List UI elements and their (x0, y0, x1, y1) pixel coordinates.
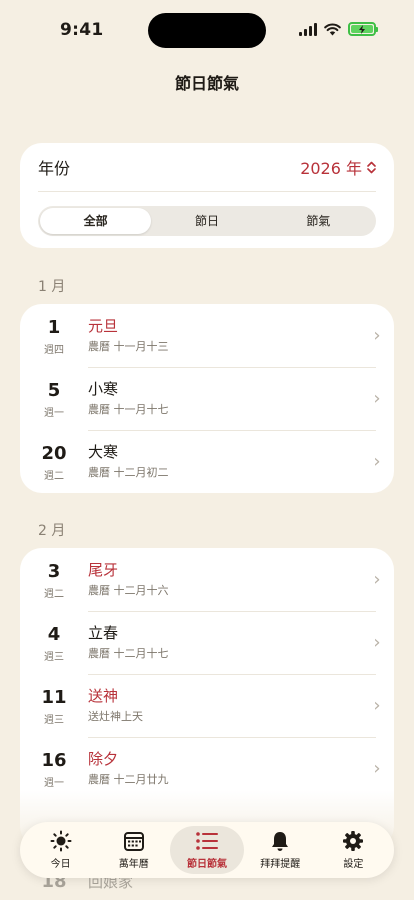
year-label: 年份 (38, 159, 71, 178)
list-item[interactable]: 20 週二 大寒農曆 十二月初二 › (20, 430, 394, 493)
calendar-icon (123, 832, 144, 851)
weekday: 週二 (44, 588, 64, 600)
event-subtitle: 農曆 十二月廿九 (88, 773, 169, 786)
tab-label: 今日 (50, 859, 71, 870)
event-subtitle: 農曆 十二月十六 (88, 584, 169, 597)
weekday: 週三 (44, 714, 64, 726)
weekday: 週三 (44, 651, 64, 663)
list-item[interactable]: 1 週四 元旦農曆 十一月十三 › (20, 304, 394, 367)
weekday: 週一 (44, 777, 64, 789)
list-item[interactable]: 4 週三 立春農曆 十二月十七 › (20, 611, 394, 674)
segment-festivals[interactable]: 節日 (151, 208, 262, 234)
event-name: 除夕 (88, 750, 119, 768)
status-icons (299, 22, 378, 36)
day-number: 20 (41, 442, 67, 464)
tab-settings[interactable]: 設定 (317, 826, 390, 874)
segment-all[interactable]: 全部 (40, 208, 152, 234)
event-name: 立春 (88, 624, 119, 642)
status-time: 9:41 (60, 20, 104, 40)
tab-festivals[interactable]: 節日節氣 (170, 826, 244, 874)
sun-icon (50, 830, 72, 852)
tab-bar: 今日 萬年曆 節日節氣 拜拜提醒 設定 (20, 822, 394, 878)
month-list-january: 1 週四 元旦農曆 十一月十三 › 5 週一 小寒農曆 十一月十七 › 20 週二 大… (20, 304, 394, 493)
day-number: 1 (47, 316, 61, 338)
weekday: 週一 (44, 407, 64, 419)
event-name: 送神 (88, 687, 119, 705)
tab-label: 拜拜提醒 (260, 859, 301, 870)
bell-icon (272, 832, 289, 851)
list-item[interactable]: 5 週一 小寒農曆 十一月十七 › (20, 367, 394, 430)
event-name: 小寒 (88, 380, 119, 398)
battery-charging-icon (348, 22, 378, 36)
gear-icon (343, 831, 364, 851)
day-number: 11 (41, 686, 67, 708)
event-subtitle: 農曆 十二月十七 (88, 647, 169, 660)
weekday: 週四 (44, 344, 64, 356)
tab-label: 萬年曆 (118, 859, 149, 870)
page-title: 節日節氣 (174, 74, 239, 93)
list-item[interactable]: 11 週三 送神送灶神上天 › (20, 674, 394, 737)
chevron-right-icon: › (373, 569, 381, 590)
year-picker[interactable]: 2026 年 (300, 155, 376, 179)
chevron-right-icon: › (373, 758, 381, 779)
tab-calendar[interactable]: 萬年曆 (97, 826, 170, 874)
event-name: 大寒 (88, 443, 119, 461)
tab-reminders[interactable]: 拜拜提醒 (244, 826, 317, 874)
chevron-right-icon: › (373, 695, 381, 716)
day-number: 5 (47, 379, 61, 401)
event-subtitle: 農曆 十一月十三 (88, 340, 169, 353)
month-header-january: 1 月 (38, 279, 66, 295)
segment-solar-terms[interactable]: 節氣 (263, 208, 374, 234)
event-name: 尾牙 (88, 561, 119, 579)
tab-label: 設定 (343, 859, 364, 870)
day-number: 4 (47, 623, 61, 645)
tab-today[interactable]: 今日 (24, 826, 97, 874)
day-number: 3 (47, 560, 61, 582)
status-bar: 9:41 (0, 0, 414, 60)
chevron-right-icon: › (373, 632, 381, 653)
category-segmented-control: 全部 節日 節氣 (38, 206, 376, 236)
weekday: 週二 (44, 470, 64, 482)
event-subtitle: 農曆 十一月十七 (88, 403, 169, 416)
month-header-february: 2 月 (38, 523, 66, 539)
chevron-right-icon: › (373, 325, 381, 346)
cellular-signal-icon (299, 22, 317, 36)
event-subtitle: 農曆 十二月初二 (88, 466, 169, 479)
wifi-icon (324, 22, 341, 35)
year-value: 2026 年 (300, 159, 362, 178)
chevron-up-down-icon (367, 161, 376, 173)
filter-card: 年份 2026 年 全部 節日 節氣 (20, 143, 394, 248)
chevron-right-icon: › (373, 388, 381, 409)
dynamic-island (148, 13, 266, 48)
event-subtitle: 送灶神上天 (88, 710, 143, 723)
list-item[interactable]: 3 週二 尾牙農曆 十二月十六 › (20, 548, 394, 611)
day-number: 16 (41, 749, 67, 771)
tab-label: 節日節氣 (187, 859, 227, 870)
year-selector-row[interactable]: 年份 2026 年 (38, 143, 376, 192)
event-name: 元旦 (88, 317, 119, 335)
chevron-right-icon: › (373, 451, 381, 472)
list-icon (196, 832, 218, 850)
